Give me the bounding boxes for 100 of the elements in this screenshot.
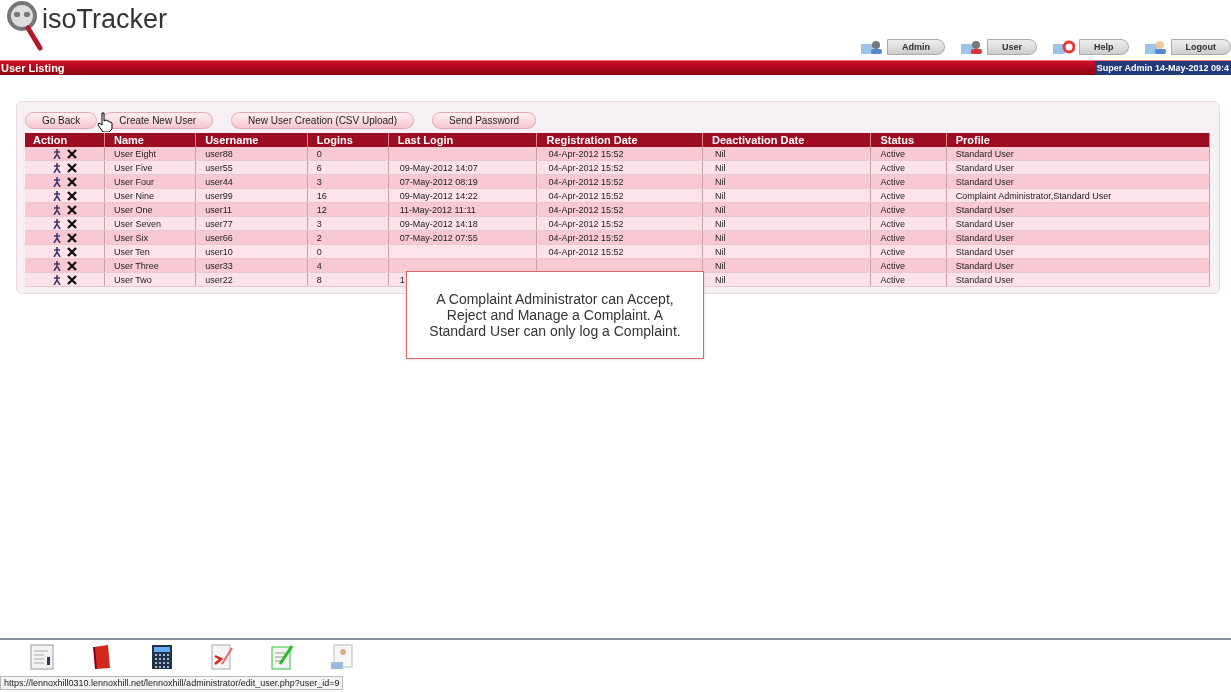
- edit-user-icon[interactable]: [52, 275, 61, 286]
- edit-user-icon[interactable]: [52, 191, 61, 202]
- table-cell: Active: [880, 204, 905, 215]
- column-header: Profile: [955, 134, 990, 146]
- nav-button[interactable]: Help: [1079, 39, 1129, 55]
- action-button[interactable]: Go Back: [25, 112, 98, 129]
- table-cell: User One: [114, 204, 153, 215]
- table-cell: user44: [205, 176, 233, 187]
- table-cell: User Ten: [114, 246, 150, 257]
- table-cell: Active: [880, 148, 905, 159]
- nav-button[interactable]: Logout: [1170, 39, 1231, 55]
- edit-user-icon[interactable]: [52, 233, 61, 244]
- table-cell: Active: [880, 260, 905, 271]
- table-cell: Complaint Administrator,Standard User: [955, 190, 1112, 201]
- action-button[interactable]: Send Password: [432, 112, 537, 129]
- table-cell: 09-May-2012 14:22: [399, 190, 478, 201]
- table-cell: 09-May-2012 14:18: [399, 218, 478, 229]
- delete-icon[interactable]: [66, 219, 77, 230]
- table-cell: Nil: [715, 260, 726, 271]
- table-cell: Active: [880, 232, 905, 243]
- edit-user-icon[interactable]: [52, 219, 61, 230]
- callout-text: A Complaint Administrator can Accept, Reject and Manage a Complaint. A Standard User can only log a Complaint.: [428, 291, 682, 339]
- table-cell: 04-Apr-2012 15:52: [548, 162, 624, 173]
- table-cell: user88: [205, 148, 233, 159]
- table-cell: 04-Apr-2012 15:52: [548, 246, 624, 257]
- table-cell: Nil: [715, 204, 726, 215]
- nav-button[interactable]: User: [986, 39, 1037, 55]
- table-cell: 6: [316, 162, 322, 173]
- session-info: Super Admin 14-May-2012 09:4: [1094, 61, 1231, 75]
- action-button[interactable]: Create New User: [102, 112, 214, 129]
- delete-icon[interactable]: [66, 191, 77, 202]
- column-header: Deactivation Date: [712, 134, 805, 146]
- table-cell: User Nine: [114, 190, 155, 201]
- table-cell: User Seven: [114, 218, 162, 229]
- table-cell: 1: [399, 274, 405, 285]
- table-cell: 04-Apr-2012 15:52: [548, 148, 624, 159]
- table-cell: Nil: [715, 148, 726, 159]
- table-cell: 0: [316, 148, 322, 159]
- edit-user-icon[interactable]: [52, 205, 61, 216]
- calculator-icon[interactable]: [150, 644, 174, 670]
- delete-icon[interactable]: [66, 261, 77, 272]
- column-header: Name: [114, 134, 144, 146]
- table-cell: 4: [316, 260, 322, 271]
- delete-icon[interactable]: [66, 233, 77, 244]
- table-cell: 16: [316, 190, 327, 201]
- table-cell: Nil: [715, 176, 726, 187]
- table-cell: Standard User: [955, 162, 1014, 173]
- column-header: Last Login: [397, 134, 454, 146]
- table-cell: 3: [316, 218, 322, 229]
- column-header: Action: [33, 134, 68, 146]
- table-cell: Nil: [715, 162, 726, 173]
- status-url: https://lennoxhill0310.lennoxhill.net/lennoxhill/administrator/edit_user.php?user_id=9: [0, 676, 344, 690]
- edit-user-icon[interactable]: [52, 149, 61, 160]
- table-cell: 2: [316, 232, 322, 243]
- delete-icon[interactable]: [66, 205, 77, 216]
- table-cell: Nil: [715, 218, 726, 229]
- signature-document-icon[interactable]: [210, 644, 234, 670]
- column-header: Logins: [316, 134, 353, 146]
- table-cell: user11: [205, 204, 232, 215]
- table-cell: Active: [880, 162, 905, 173]
- table-cell: User Four: [114, 176, 155, 187]
- table-cell: Nil: [715, 246, 726, 257]
- table-cell: 07-May-2012 08:19: [399, 176, 478, 187]
- edit-user-icon[interactable]: [52, 163, 61, 174]
- table-cell: Standard User: [955, 260, 1014, 271]
- delete-icon[interactable]: [66, 177, 77, 188]
- table-cell: Nil: [715, 190, 726, 201]
- edit-user-icon[interactable]: [52, 261, 61, 272]
- nav-button[interactable]: Admin: [886, 39, 945, 55]
- notepad-pencil-icon[interactable]: [270, 644, 294, 670]
- table-cell: User Three: [114, 260, 159, 271]
- delete-icon[interactable]: [66, 149, 77, 160]
- lifebuoy-icon[interactable]: [1053, 40, 1075, 54]
- delete-icon[interactable]: [66, 163, 77, 174]
- table-cell: 12: [316, 204, 327, 215]
- table-cell: User Six: [114, 232, 149, 243]
- magnifier-logo-icon: [4, 0, 44, 52]
- table-cell: User Two: [114, 274, 152, 285]
- table-cell: user55: [205, 162, 233, 173]
- table-cell: Standard User: [955, 246, 1014, 257]
- delete-icon[interactable]: [66, 247, 77, 258]
- action-button[interactable]: New User Creation (CSV Upload): [231, 112, 414, 129]
- table-cell: Active: [880, 274, 905, 285]
- edit-user-icon[interactable]: [52, 247, 61, 258]
- table-cell: Standard User: [955, 274, 1014, 285]
- table-cell: 04-Apr-2012 15:52: [548, 218, 624, 229]
- column-header: Username: [205, 134, 259, 146]
- column-header: Registration Date: [546, 134, 638, 146]
- column-header: Status: [880, 134, 914, 146]
- table-cell: user77: [205, 218, 233, 229]
- table-cell: 0: [316, 246, 322, 257]
- hand-cursor-icon: [97, 112, 113, 132]
- logo-text: isoTracker: [42, 4, 168, 35]
- table-cell: 04-Apr-2012 15:52: [548, 232, 624, 243]
- table-cell: user33: [205, 260, 233, 271]
- table-cell: Standard User: [955, 204, 1014, 215]
- document-icon[interactable]: [30, 644, 54, 670]
- edit-user-icon[interactable]: [52, 177, 61, 188]
- table-cell: 3: [316, 176, 322, 187]
- delete-icon[interactable]: [66, 275, 77, 286]
